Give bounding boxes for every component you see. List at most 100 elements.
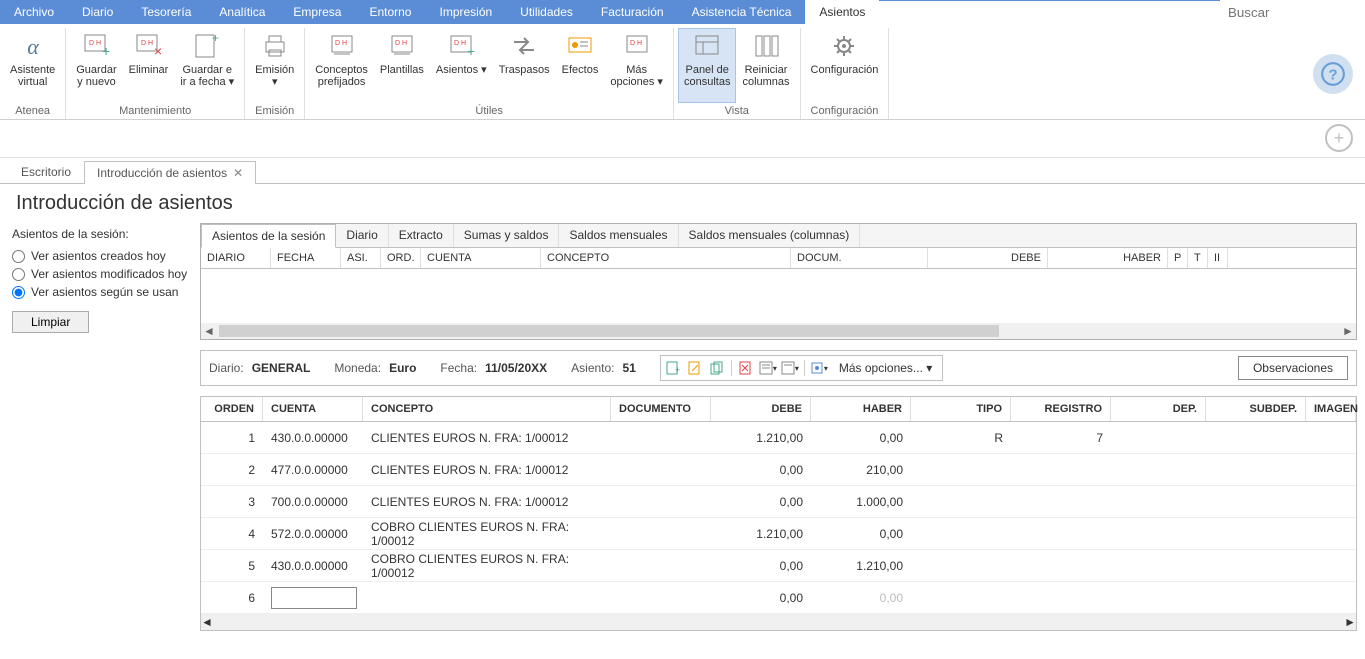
menu-item-utilidades[interactable]: Utilidades <box>506 0 587 24</box>
col-subdep[interactable]: SUBDEP. <box>1206 397 1306 421</box>
col-concepto[interactable]: CONCEPTO <box>363 397 611 421</box>
radio-option-1[interactable]: Ver asientos modificados hoy <box>12 267 188 281</box>
query-grid-body <box>201 269 1356 323</box>
cuenta-input[interactable] <box>271 587 357 609</box>
query-col-haber[interactable]: HABER <box>1048 248 1168 268</box>
menu-item-facturación[interactable]: Facturación <box>587 0 678 24</box>
scroll-left-icon[interactable]: ◄ <box>201 615 213 629</box>
cell-concepto: COBRO CLIENTES EUROS N. FRA: 1/00012 <box>363 552 611 580</box>
observations-button[interactable]: Observaciones <box>1238 356 1348 380</box>
table-row[interactable]: 1430.0.0.00000CLIENTES EUROS N. FRA: 1/0… <box>201 422 1356 454</box>
col-dep[interactable]: DEP. <box>1111 397 1206 421</box>
col-cuenta[interactable]: CUENTA <box>263 397 363 421</box>
left-panel: Asientos de la sesión: Ver asientos crea… <box>8 223 192 631</box>
col-imagen[interactable]: IMAGEN <box>1306 397 1356 421</box>
ribbon-btn-emisión[interactable]: Emisión▾ <box>249 28 300 103</box>
doc-tab-escritorio[interactable]: Escritorio <box>8 160 84 183</box>
table-row[interactable]: 5430.0.0.00000COBRO CLIENTES EUROS N. FR… <box>201 550 1356 582</box>
query-col-asi[interactable]: ASI. <box>341 248 381 268</box>
query-col-diario[interactable]: DIARIO <box>201 248 271 268</box>
ribbon-btn-asistente[interactable]: αAsistentevirtual <box>4 28 61 103</box>
help-icon[interactable]: ? <box>1313 54 1353 94</box>
tool-new-icon[interactable]: + <box>663 358 683 378</box>
radio-input[interactable] <box>12 268 25 281</box>
col-orden[interactable]: ORDEN <box>201 397 263 421</box>
radio-input[interactable] <box>12 286 25 299</box>
radio-option-0[interactable]: Ver asientos creados hoy <box>12 249 188 263</box>
panel-icon <box>691 30 723 62</box>
ribbon-btn-efectos[interactable]: Efectos <box>556 28 605 103</box>
radio-input[interactable] <box>12 250 25 263</box>
query-col-fecha[interactable]: FECHA <box>271 248 341 268</box>
query-col-ii[interactable]: II <box>1208 248 1228 268</box>
ribbon-btn-configuración[interactable]: Configuración <box>805 28 885 103</box>
ribbon-label: Panel deconsultas <box>684 64 730 88</box>
sub-tab-asientos-de-la-sesión[interactable]: Asientos de la sesión <box>201 224 336 248</box>
col-registro[interactable]: REGISTRO <box>1011 397 1111 421</box>
query-col-t[interactable]: T <box>1188 248 1208 268</box>
sub-tab-saldos-mensuales[interactable]: Saldos mensuales <box>559 224 678 247</box>
col-tipo[interactable]: TIPO <box>911 397 1011 421</box>
search-input[interactable] <box>1220 0 1365 24</box>
sub-tab-extracto[interactable]: Extracto <box>389 224 454 247</box>
cell-concepto: CLIENTES EUROS N. FRA: 1/00012 <box>363 495 611 509</box>
menu-item-analítica[interactable]: Analítica <box>205 0 279 24</box>
query-col-docum[interactable]: DOCUM. <box>791 248 928 268</box>
menu-item-asientos[interactable]: Asientos <box>805 0 879 24</box>
menu-item-asistencia-técnica[interactable]: Asistencia Técnica <box>678 0 806 24</box>
doc-tab-introducción-de-asientos[interactable]: Introducción de asientos✕ <box>84 161 256 184</box>
ribbon-btn-guardar[interactable]: D H+Guardary nuevo <box>70 28 122 103</box>
query-col-debe[interactable]: DEBE <box>928 248 1048 268</box>
clean-button[interactable]: Limpiar <box>12 311 89 333</box>
menu-item-tesorería[interactable]: Tesorería <box>127 0 205 24</box>
query-col-concepto[interactable]: CONCEPTO <box>541 248 791 268</box>
ribbon-btn-conceptos[interactable]: D HConceptosprefijados <box>309 28 374 103</box>
col-debe[interactable]: DEBE <box>711 397 811 421</box>
ribbon-btn-plantillas[interactable]: D HPlantillas <box>374 28 430 103</box>
query-col-ord[interactable]: ORD. <box>381 248 421 268</box>
menu-item-archivo[interactable]: Archivo <box>0 0 68 24</box>
table-row[interactable]: 4572.0.0.00000COBRO CLIENTES EUROS N. FR… <box>201 518 1356 550</box>
col-haber[interactable]: HABER <box>811 397 911 421</box>
sub-tab-diario[interactable]: Diario <box>336 224 388 247</box>
query-col-cuenta[interactable]: CUENTA <box>421 248 541 268</box>
query-col-p[interactable]: P <box>1168 248 1188 268</box>
tool-view-icon[interactable]: ▾ <box>809 358 829 378</box>
scroll-right-icon[interactable]: ► <box>1340 324 1356 338</box>
scroll-thumb[interactable] <box>219 325 999 337</box>
ribbon-btn-eliminar[interactable]: D H×Eliminar <box>123 28 175 103</box>
ribbon-btn-reiniciar[interactable]: Reiniciarcolumnas <box>736 28 795 103</box>
add-plus-icon[interactable]: + <box>1325 124 1353 152</box>
ribbon-group-emisión: Emisión▾Emisión <box>245 28 305 119</box>
table-row[interactable]: 3700.0.0.00000CLIENTES EUROS N. FRA: 1/0… <box>201 486 1356 518</box>
ribbon-btn-guardar-e[interactable]: +Guardar eir a fecha ▾ <box>174 28 240 103</box>
fecha-label: Fecha: <box>440 361 477 375</box>
menu-item-diario[interactable]: Diario <box>68 0 127 24</box>
close-icon[interactable]: ✕ <box>233 166 243 180</box>
tool-copy-icon[interactable] <box>707 358 727 378</box>
ribbon-btn-más[interactable]: D HMásopciones ▾ <box>604 28 669 103</box>
ribbon-btn-asientos-▾[interactable]: D H+Asientos ▾ <box>430 28 493 103</box>
ribbon-label: Guardar eir a fecha ▾ <box>180 64 234 88</box>
table-row[interactable]: 60,000,00 <box>201 582 1356 614</box>
more-options-dropdown[interactable]: Más opciones... ▾ <box>831 361 940 375</box>
sub-tab-sumas-y-saldos[interactable]: Sumas y saldos <box>454 224 560 247</box>
scroll-left-icon[interactable]: ◄ <box>201 324 217 338</box>
ribbon-btn-traspasos[interactable]: Traspasos <box>493 28 556 103</box>
scroll-right-icon[interactable]: ► <box>1344 615 1356 629</box>
entry-h-scrollbar[interactable]: ◄ ► <box>201 614 1356 630</box>
table-row[interactable]: 2477.0.0.00000CLIENTES EUROS N. FRA: 1/0… <box>201 454 1356 486</box>
menu-bar: ArchivoDiarioTesoreríaAnalíticaEmpresaEn… <box>0 0 1365 24</box>
radio-option-2[interactable]: Ver asientos según se usan <box>12 285 188 299</box>
query-h-scrollbar[interactable]: ◄ ► <box>201 323 1356 339</box>
menu-item-empresa[interactable]: Empresa <box>279 0 355 24</box>
col-documento[interactable]: DOCUMENTO <box>611 397 711 421</box>
tool-list1-icon[interactable]: ▾ <box>758 358 778 378</box>
ribbon-btn-panel-de[interactable]: Panel deconsultas <box>678 28 736 103</box>
tool-delete-icon[interactable] <box>736 358 756 378</box>
tool-edit-icon[interactable] <box>685 358 705 378</box>
sub-tab-saldos-mensuales-(columnas)[interactable]: Saldos mensuales (columnas) <box>679 224 861 247</box>
menu-item-impresión[interactable]: Impresión <box>425 0 506 24</box>
tool-list2-icon[interactable]: ▾ <box>780 358 800 378</box>
menu-item-entorno[interactable]: Entorno <box>355 0 425 24</box>
